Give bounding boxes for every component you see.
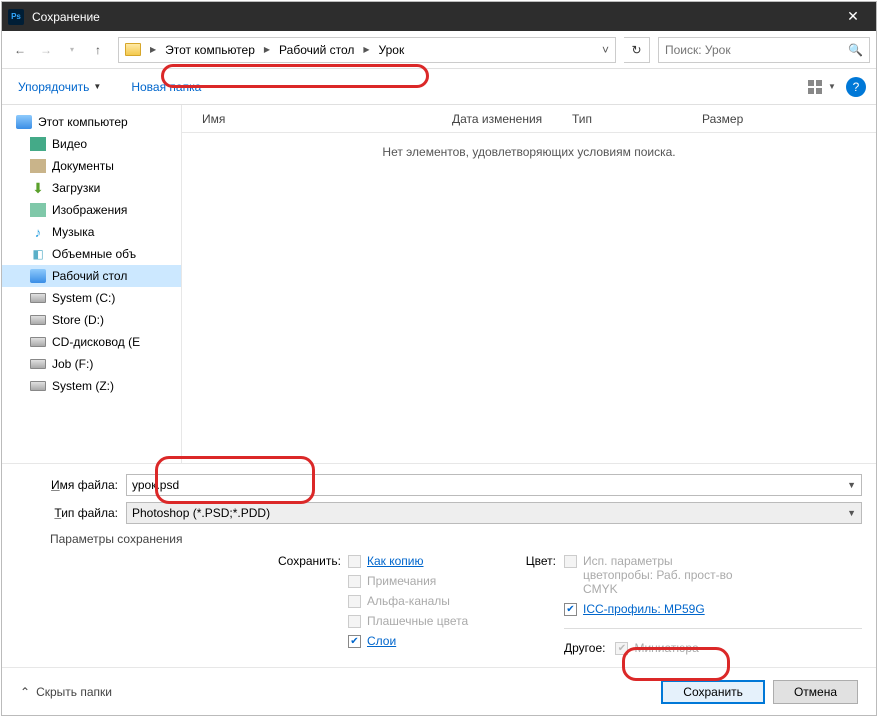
new-folder-button[interactable]: Новая папка: [125, 76, 207, 98]
refresh-button[interactable]: ↻: [624, 37, 650, 63]
tree-video[interactable]: Видео: [2, 133, 181, 155]
empty-message: Нет элементов, удовлетворяющих условиям …: [182, 133, 876, 463]
col-date[interactable]: Дата изменения: [452, 112, 572, 126]
tree-downloads[interactable]: ⬇Загрузки: [2, 177, 181, 199]
photoshop-icon: Ps: [8, 9, 24, 25]
opt-notes[interactable]: Примечания: [348, 574, 508, 588]
up-button[interactable]: ↑: [86, 38, 110, 62]
cancel-button[interactable]: Отмена: [773, 680, 858, 704]
opt-thumb[interactable]: Другое:✔Миниатюра: [564, 641, 862, 655]
chevron-down-icon[interactable]: ▼: [847, 508, 856, 518]
search-box[interactable]: 🔍: [658, 37, 870, 63]
checkbox[interactable]: [348, 615, 361, 628]
filename-label: Имя файла:: [16, 478, 126, 492]
tree-desktop[interactable]: Рабочий стол: [2, 265, 181, 287]
tree-music[interactable]: ♪Музыка: [2, 221, 181, 243]
checkbox[interactable]: [564, 555, 577, 568]
chevron-down-icon[interactable]: ▼: [847, 480, 856, 490]
hide-folders-toggle[interactable]: ⌃Скрыть папки: [20, 685, 112, 699]
folder-icon: [125, 43, 141, 56]
window-title: Сохранение: [32, 10, 830, 24]
crumb-this-pc[interactable]: Этот компьютер: [159, 38, 261, 62]
tree-drive-z[interactable]: System (Z:): [2, 375, 181, 397]
color-section-label: Цвет:: [508, 554, 564, 655]
save-section-label: Сохранить:: [278, 554, 348, 655]
chevron-right-icon[interactable]: ▶: [147, 45, 159, 54]
download-icon: ⬇: [30, 181, 46, 195]
nav-tree: Этот компьютер Видео Документы ⬇Загрузки…: [2, 105, 182, 463]
view-button[interactable]: ▼: [808, 75, 836, 99]
organize-button[interactable]: Упорядочить▼: [12, 76, 107, 98]
tree-drive-c[interactable]: System (C:): [2, 287, 181, 309]
drive-icon: [30, 381, 46, 391]
chevron-right-icon[interactable]: ▶: [261, 45, 273, 54]
back-button[interactable]: ←: [8, 38, 32, 62]
image-icon: [30, 203, 46, 217]
col-name[interactable]: Имя: [202, 112, 452, 126]
filename-combo[interactable]: ▼: [126, 474, 862, 496]
pc-icon: [16, 115, 32, 129]
save-options-title: Параметры сохранения: [16, 532, 862, 546]
checkbox-checked[interactable]: ✔: [615, 642, 628, 655]
save-button[interactable]: Сохранить: [661, 680, 765, 704]
toolbar-row: Упорядочить▼ Новая папка ▼ ?: [2, 69, 876, 105]
tree-pictures[interactable]: Изображения: [2, 199, 181, 221]
crumb-desktop[interactable]: Рабочий стол: [273, 38, 360, 62]
drive-icon: [30, 359, 46, 369]
opt-spot[interactable]: Плашечные цвета: [348, 614, 508, 628]
drive-icon: [30, 315, 46, 325]
tree-documents[interactable]: Документы: [2, 155, 181, 177]
filename-input[interactable]: [132, 478, 847, 492]
address-dropdown[interactable]: ˅: [596, 43, 615, 57]
checkbox-checked[interactable]: ✔: [348, 635, 361, 648]
tree-drive-f[interactable]: Job (F:): [2, 353, 181, 375]
titlebar: Ps Сохранение ✕: [2, 2, 876, 31]
footer: ⌃Скрыть папки Сохранить Отмена: [2, 667, 876, 715]
tree-drive-e[interactable]: CD-дисковод (E: [2, 331, 181, 353]
checkbox[interactable]: [348, 595, 361, 608]
opt-as-copy[interactable]: Как копию: [348, 554, 508, 568]
col-type[interactable]: Тип: [572, 112, 702, 126]
search-input[interactable]: [665, 43, 848, 57]
close-button[interactable]: ✕: [830, 2, 876, 31]
opt-alpha[interactable]: Альфа-каналы: [348, 594, 508, 608]
nav-row: ← → ▾ ↑ ▶ Этот компьютер ▶ Рабочий стол …: [2, 31, 876, 69]
chevron-right-icon[interactable]: ▶: [360, 45, 372, 54]
checkbox-checked[interactable]: ✔: [564, 603, 577, 616]
opt-icc[interactable]: ✔ICC-профиль: MP59G: [564, 602, 862, 616]
cube-icon: ◧: [30, 247, 46, 261]
desktop-icon: [30, 269, 46, 283]
chevron-up-icon: ⌃: [20, 685, 30, 699]
filetype-label: Тип файла:: [16, 506, 126, 520]
filetype-combo[interactable]: Photoshop (*.PSD;*.PDD)▼: [126, 502, 862, 524]
opt-proof[interactable]: Исп. параметры цветопробы: Раб. прост-во…: [564, 554, 862, 596]
save-dialog: Ps Сохранение ✕ ← → ▾ ↑ ▶ Этот компьютер…: [1, 1, 877, 716]
drive-icon: [30, 337, 46, 347]
breadcrumb-bar[interactable]: ▶ Этот компьютер ▶ Рабочий стол ▶ Урок ˅: [118, 37, 616, 63]
drive-icon: [30, 293, 46, 303]
document-icon: [30, 159, 46, 173]
opt-layers[interactable]: ✔Слои: [348, 634, 508, 648]
forward-button[interactable]: →: [34, 38, 58, 62]
col-size[interactable]: Размер: [702, 112, 763, 126]
video-icon: [30, 137, 46, 151]
checkbox[interactable]: [348, 575, 361, 588]
crumb-lesson[interactable]: Урок: [373, 38, 411, 62]
search-icon[interactable]: 🔍: [848, 43, 863, 57]
form-area: Имя файла: ▼ Тип файла: Photoshop (*.PSD…: [2, 463, 876, 667]
checkbox[interactable]: [348, 555, 361, 568]
music-icon: ♪: [30, 225, 46, 239]
help-button[interactable]: ?: [846, 77, 866, 97]
column-headers: Имя Дата изменения Тип Размер: [182, 105, 876, 133]
tree-this-pc[interactable]: Этот компьютер: [2, 111, 181, 133]
file-list: Имя Дата изменения Тип Размер Нет элемен…: [182, 105, 876, 463]
tree-drive-d[interactable]: Store (D:): [2, 309, 181, 331]
recent-dropdown[interactable]: ▾: [60, 38, 84, 62]
tree-3d-objects[interactable]: ◧Объемные объ: [2, 243, 181, 265]
